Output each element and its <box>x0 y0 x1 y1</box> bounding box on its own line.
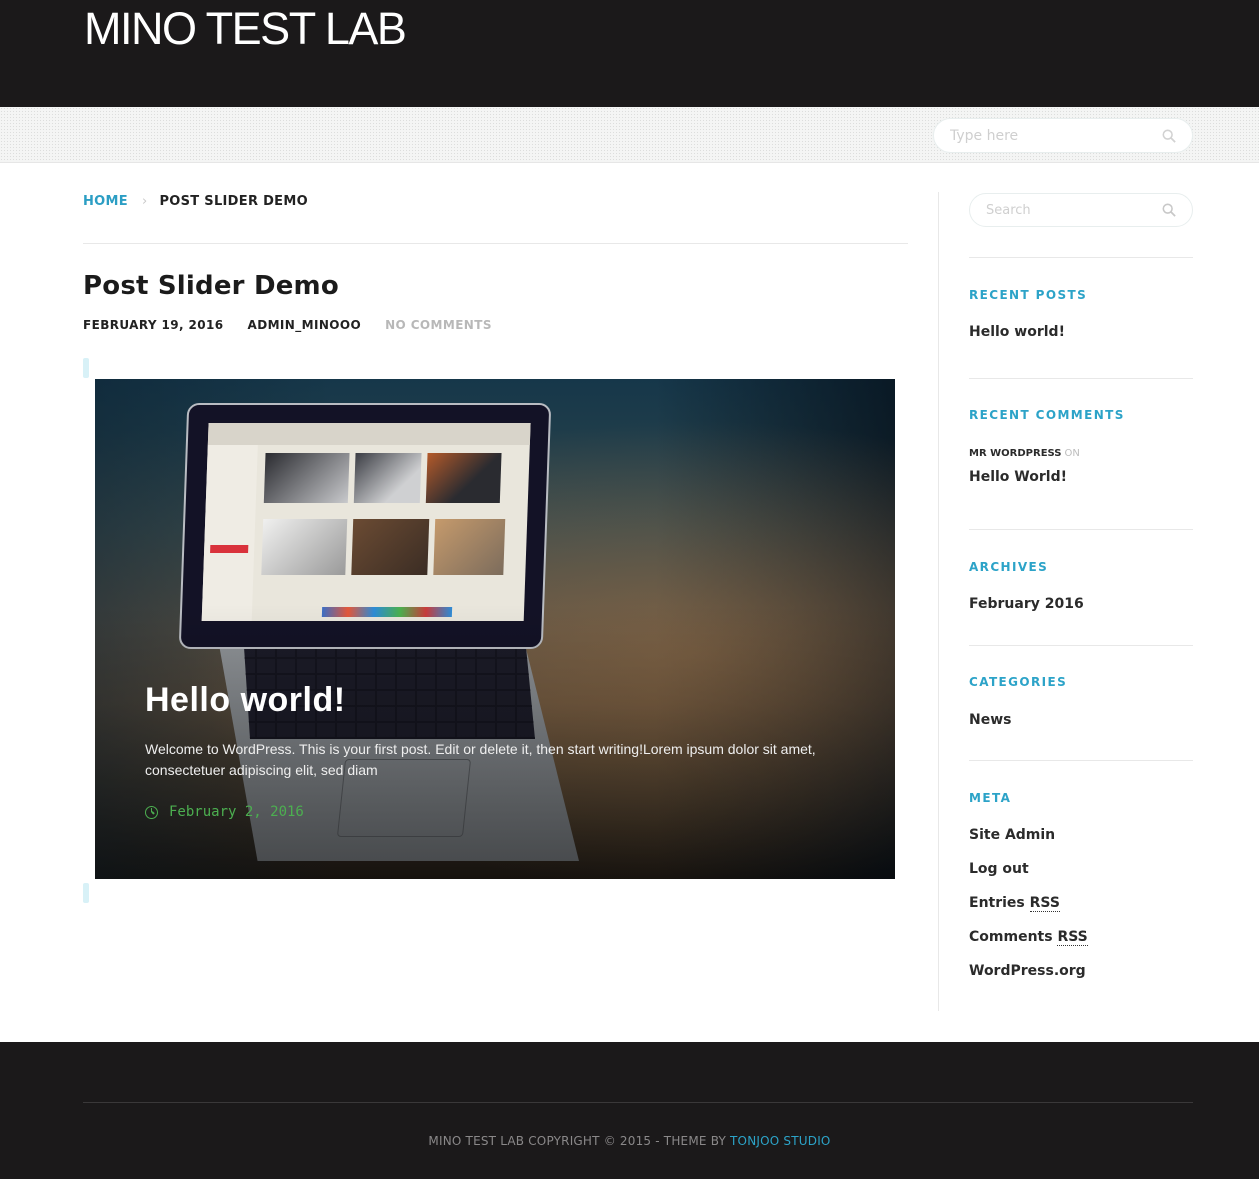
widget-divider <box>969 257 1193 258</box>
rss-abbr: RSS <box>1057 929 1088 946</box>
copyright-text: MINO TEST LAB COPYRIGHT © 2015 - THEME B… <box>428 1134 727 1148</box>
meta-wordpress-org-link[interactable]: WordPress.org <box>969 963 1086 979</box>
footer-copyright: MINO TEST LAB COPYRIGHT © 2015 - THEME B… <box>0 1134 1259 1148</box>
widget-divider <box>969 378 1193 379</box>
category-link[interactable]: News <box>969 712 1011 728</box>
post-date: FEBRUARY 19, 2016 <box>83 318 224 332</box>
divider <box>83 243 908 244</box>
footer-divider <box>83 1102 1193 1103</box>
slide-title-link[interactable]: Hello world! <box>145 681 346 720</box>
archive-link[interactable]: February 2016 <box>969 596 1084 612</box>
meta-comments-rss-link[interactable]: Comments RSS <box>969 929 1088 946</box>
recent-post-link[interactable]: Hello world! <box>969 324 1065 340</box>
slider-nav-prev[interactable] <box>83 358 89 378</box>
slider-nav-next[interactable] <box>83 883 89 903</box>
slide-date-text: February 2, 2016 <box>169 804 304 820</box>
breadcrumb: HOME › POST SLIDER DEMO <box>83 194 308 209</box>
page-title: Post Slider Demo <box>83 271 339 301</box>
site-footer: MINO TEST LAB COPYRIGHT © 2015 - THEME B… <box>0 1042 1259 1179</box>
meta-entries-rss-link[interactable]: Entries RSS <box>969 895 1060 912</box>
comments-label: Comments <box>969 929 1053 945</box>
tonjoo-studio-link[interactable]: TONJOO STUDIO <box>730 1134 831 1148</box>
widget-title-categories: CATEGORIES <box>969 675 1068 689</box>
post-slider[interactable]: Hello world! Welcome to WordPress. This … <box>95 379 895 879</box>
search-icon[interactable] <box>1162 129 1176 143</box>
breadcrumb-home-link[interactable]: HOME <box>83 194 128 209</box>
post-comments-link[interactable]: NO COMMENTS <box>385 318 492 332</box>
header-search-input[interactable] <box>934 119 1192 152</box>
post-meta: FEBRUARY 19, 2016 ADMIN_MINOOO NO COMMEN… <box>83 318 516 332</box>
header-search[interactable] <box>933 118 1193 153</box>
comment-on: ON <box>1064 448 1080 459</box>
slide-date: February 2, 2016 <box>145 804 304 820</box>
sidebar-divider <box>938 192 939 1011</box>
widget-divider <box>969 760 1193 761</box>
post-author-link[interactable]: ADMIN_MINOOO <box>248 318 362 332</box>
recent-comment-meta: MR WORDPRESS ON <box>969 448 1080 459</box>
widget-divider <box>969 529 1193 530</box>
widget-title-recent-comments: RECENT COMMENTS <box>969 408 1125 422</box>
meta-site-admin-link[interactable]: Site Admin <box>969 827 1055 843</box>
widget-title-archives: ARCHIVES <box>969 560 1049 574</box>
chevron-right-icon: › <box>141 194 148 209</box>
site-header: MINO TEST LAB <box>0 0 1259 107</box>
breadcrumb-current: POST SLIDER DEMO <box>159 194 308 209</box>
site-title[interactable]: MINO TEST LAB <box>84 4 407 54</box>
comment-author: MR WORDPRESS <box>969 448 1062 459</box>
sidebar-search[interactable] <box>969 193 1193 227</box>
recent-comment-post-link[interactable]: Hello World! <box>969 469 1067 485</box>
search-icon[interactable] <box>1162 203 1176 217</box>
nav-bar <box>0 107 1259 163</box>
clock-icon <box>145 805 158 819</box>
slide-excerpt: Welcome to WordPress. This is your first… <box>145 741 816 778</box>
rss-abbr: RSS <box>1029 895 1060 912</box>
entries-label: Entries <box>969 895 1025 911</box>
widget-title-meta: META <box>969 791 1012 805</box>
widget-divider <box>969 645 1193 646</box>
sidebar-search-input[interactable] <box>970 194 1192 226</box>
widget-title-recent-posts: RECENT POSTS <box>969 288 1088 302</box>
meta-log-out-link[interactable]: Log out <box>969 861 1029 877</box>
